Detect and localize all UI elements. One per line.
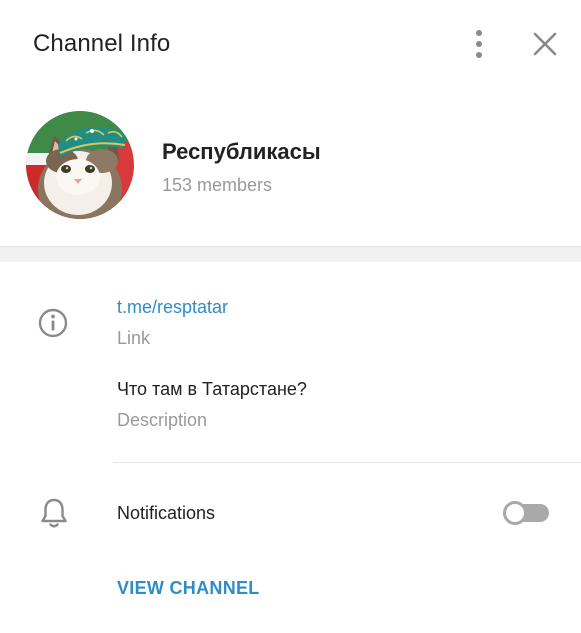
- more-menu-button[interactable]: [465, 26, 493, 62]
- close-icon: [533, 32, 557, 56]
- link-label: Link: [117, 328, 151, 348]
- description-label: Description: [117, 410, 208, 430]
- avatar[interactable]: [26, 111, 134, 219]
- view-channel-button[interactable]: VIEW CHANNEL: [117, 578, 260, 599]
- channel-profile: Республикасы 153 members: [0, 88, 581, 246]
- channel-info-header: Channel Info: [0, 0, 581, 88]
- notifications-label: Notifications: [117, 503, 216, 523]
- channel-link[interactable]: t.me/resptatar: [117, 297, 228, 318]
- bell-icon: [38, 496, 70, 530]
- member-count: 153 members: [162, 175, 273, 195]
- channel-description: Что там в Татарстане?: [117, 379, 307, 399]
- page-title: Channel Info: [33, 30, 171, 57]
- channel-info-section: t.me/resptatar Link Что там в Татарстане…: [0, 262, 581, 462]
- toggle-knob: [503, 501, 527, 525]
- divider: [113, 462, 581, 463]
- close-button[interactable]: [528, 27, 562, 61]
- notifications-toggle[interactable]: [503, 501, 549, 525]
- info-icon: [37, 307, 69, 339]
- channel-name: Республикасы: [162, 139, 321, 164]
- notifications-row[interactable]: Notifications: [0, 480, 581, 546]
- cat-avatar-image: [26, 111, 134, 219]
- section-divider: [0, 246, 581, 262]
